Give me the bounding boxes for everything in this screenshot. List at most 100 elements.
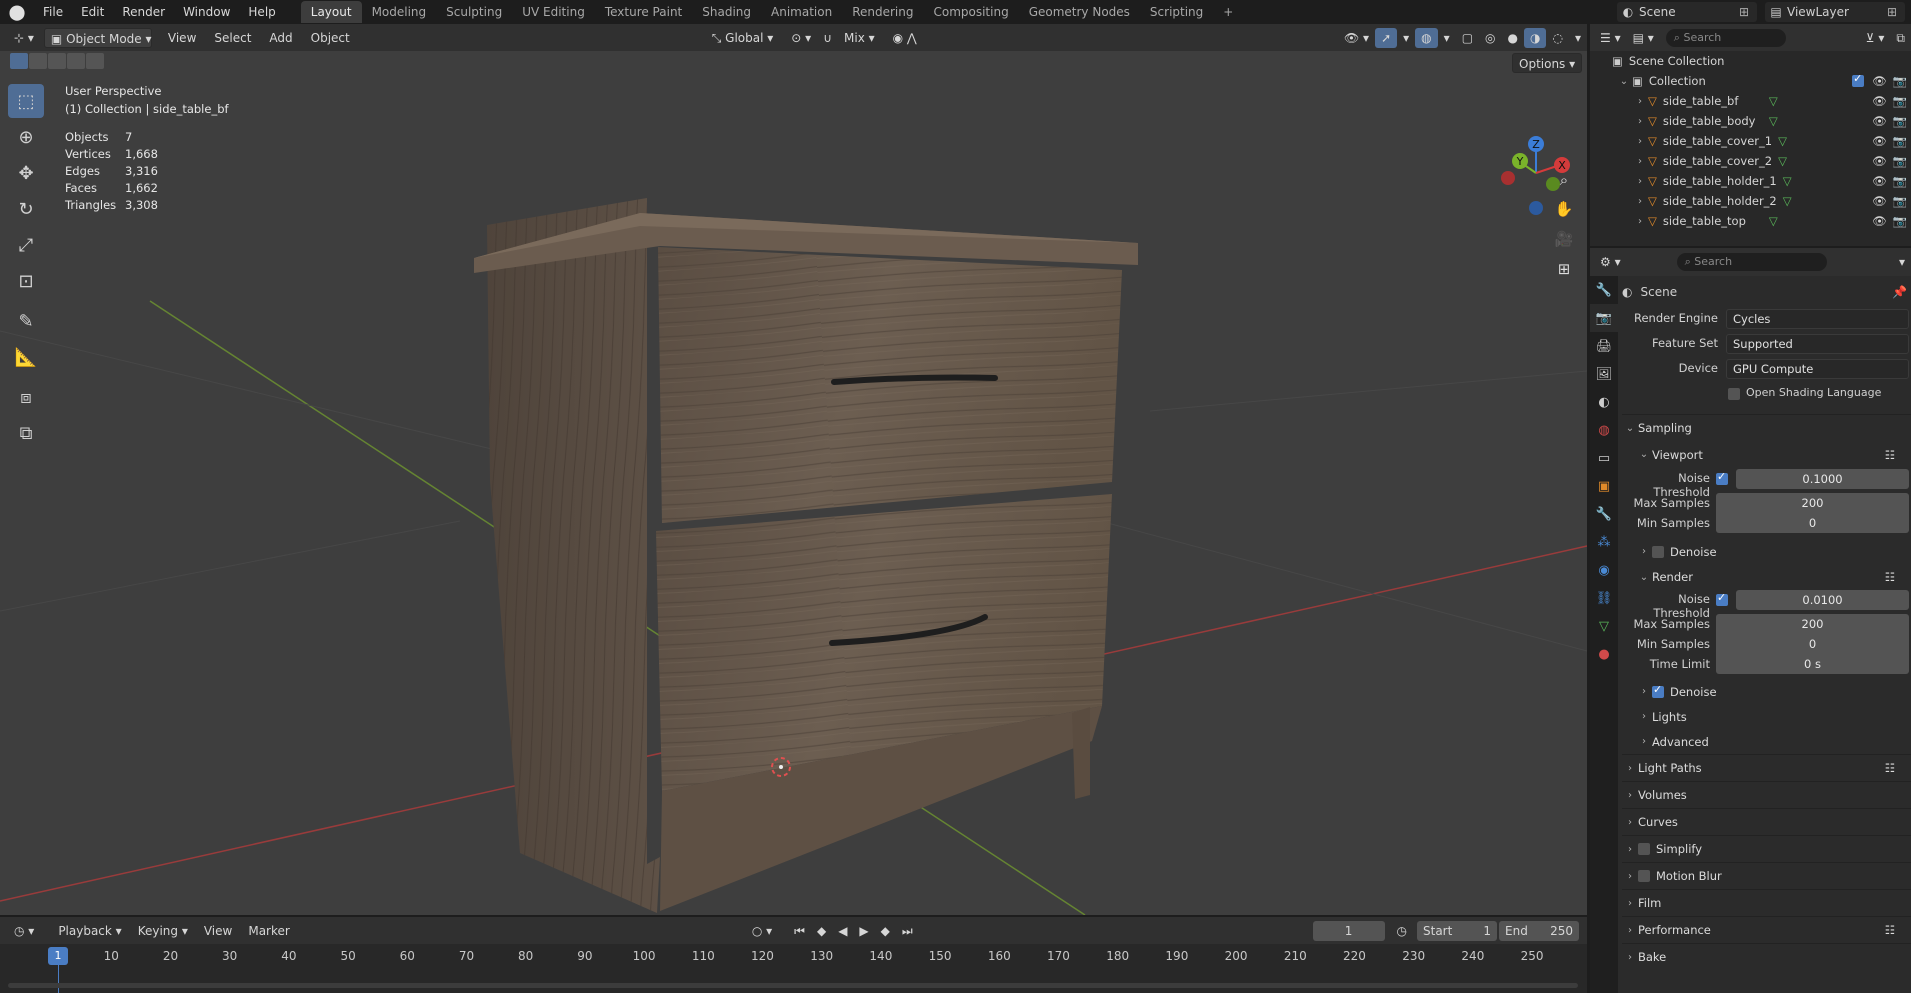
start-frame-field[interactable]: Start 1 bbox=[1417, 920, 1497, 941]
eye-icon[interactable]: 👁 bbox=[1872, 114, 1887, 128]
end-frame-field[interactable]: End 250 bbox=[1499, 920, 1579, 941]
visibility-icon[interactable]: 👁 ▾ bbox=[1338, 28, 1375, 48]
scene-collection-row[interactable]: ▣ Scene Collection bbox=[1590, 51, 1911, 71]
mesh-data-icon[interactable]: ▽ bbox=[1769, 214, 1872, 228]
object-tab-icon[interactable]: ▣ bbox=[1590, 472, 1618, 500]
editor-type-icon[interactable]: ⊹ ▾ bbox=[8, 28, 40, 48]
gizmo-neg-x-icon[interactable] bbox=[1501, 171, 1515, 185]
outliner-object-row[interactable]: › ▽ side_table_holder_2 ▽ 👁 📷 bbox=[1590, 191, 1911, 211]
pin-icon[interactable]: ⊞ bbox=[1739, 5, 1757, 19]
marker-menu[interactable]: Marker bbox=[242, 921, 295, 941]
presets-icon[interactable]: ☷ bbox=[1885, 923, 1895, 937]
panel-film[interactable]: › Film bbox=[1622, 889, 1911, 916]
r-time-limit-field[interactable]: 0 s bbox=[1716, 654, 1909, 674]
ortho-toggle-icon[interactable]: ⊞ bbox=[1551, 256, 1577, 282]
camera-icon[interactable]: 📷 bbox=[1893, 174, 1907, 188]
measure-tool-icon[interactable]: 📐 bbox=[8, 340, 44, 374]
3d-viewport[interactable]: Z Y X Options ▾ ⌕ ✋ 🎥 ⊞ bbox=[0, 51, 1587, 915]
copy-icon[interactable]: ⊞ bbox=[1887, 5, 1905, 19]
data-tab-icon[interactable]: ▽ bbox=[1590, 612, 1618, 640]
add-object-icon[interactable]: ⧉ bbox=[8, 416, 44, 450]
camera-icon[interactable]: 📷 bbox=[1893, 194, 1907, 208]
tab-geometry-nodes[interactable]: Geometry Nodes bbox=[1019, 1, 1140, 23]
panel-light-paths[interactable]: › Light Paths ☷ bbox=[1622, 754, 1911, 781]
r-max-samples-field[interactable]: 200 bbox=[1716, 614, 1909, 634]
device-dropdown[interactable]: GPU Compute bbox=[1726, 359, 1909, 379]
r-noise-threshold-checkbox[interactable] bbox=[1716, 591, 1728, 606]
eye-icon[interactable]: 👁 bbox=[1872, 74, 1887, 88]
vp-denoise-subpanel[interactable]: › Denoise bbox=[1622, 538, 1911, 565]
overlay-dropdown-icon[interactable]: ▾ bbox=[1438, 28, 1456, 48]
particles-tab-icon[interactable]: ⁂ bbox=[1590, 528, 1618, 556]
timeline-view-menu[interactable]: View bbox=[198, 921, 238, 941]
panel-performance[interactable]: › Performance ☷ bbox=[1622, 916, 1911, 943]
camera-icon[interactable]: 📷 bbox=[1893, 74, 1907, 88]
jump-end-icon[interactable]: ⏭ bbox=[896, 921, 919, 941]
panel-checkbox[interactable] bbox=[1638, 843, 1650, 855]
lights-subpanel[interactable]: › Lights bbox=[1622, 704, 1911, 729]
constraints-tab-icon[interactable]: ⛓ bbox=[1590, 584, 1618, 612]
eye-icon[interactable]: 👁 bbox=[1872, 174, 1887, 188]
eye-icon[interactable]: 👁 bbox=[1872, 154, 1887, 168]
outliner-editor-icon[interactable]: ☰ ▾ bbox=[1594, 28, 1627, 48]
jump-start-icon[interactable]: ⏮ bbox=[788, 921, 811, 941]
render-engine-dropdown[interactable]: Cycles bbox=[1726, 309, 1909, 329]
menu-object[interactable]: Object bbox=[305, 28, 356, 48]
select-box-icon[interactable]: ⬚ bbox=[8, 84, 44, 118]
collection-row[interactable]: ⌄ ▣ Collection 👁 📷 bbox=[1590, 71, 1911, 91]
vp-noise-threshold-field[interactable]: 0.1000 bbox=[1736, 469, 1909, 489]
properties-options-icon[interactable]: ▾ bbox=[1893, 252, 1911, 272]
presets-icon[interactable]: ☷ bbox=[1885, 761, 1895, 775]
panel-motion-blur[interactable]: › Motion Blur bbox=[1622, 862, 1911, 889]
outliner-object-row[interactable]: › ▽ side_table_body ▽ 👁 📷 bbox=[1590, 111, 1911, 131]
shading-material-icon[interactable]: ◑ bbox=[1524, 27, 1547, 48]
scene-selector[interactable]: ◐ Scene ⊞ bbox=[1617, 2, 1757, 22]
mesh-data-icon[interactable]: ▽ bbox=[1769, 114, 1872, 128]
xray-toggle-icon[interactable]: ▢ bbox=[1456, 28, 1479, 48]
rotate-tool-icon[interactable]: ↻ bbox=[8, 192, 44, 226]
prev-keyframe-icon[interactable]: ◆ bbox=[811, 921, 832, 941]
camera-icon[interactable]: 📷 bbox=[1893, 134, 1907, 148]
feature-set-dropdown[interactable]: Supported bbox=[1726, 334, 1909, 354]
scale-tool-icon[interactable]: ⤢ bbox=[8, 228, 44, 262]
outliner-object-row[interactable]: › ▽ side_table_holder_1 ▽ 👁 📷 bbox=[1590, 171, 1911, 191]
mode-dropdown[interactable]: ▣ Object Mode ▾ bbox=[43, 27, 152, 48]
tab-compositing[interactable]: Compositing bbox=[923, 1, 1018, 23]
gizmo-toggle-icon[interactable]: ➚ bbox=[1375, 27, 1398, 48]
panel-bake[interactable]: › Bake bbox=[1622, 943, 1911, 970]
r-min-samples-field[interactable]: 0 bbox=[1716, 634, 1909, 654]
new-collection-icon[interactable]: ⧉ bbox=[1890, 28, 1911, 48]
world-tab-icon[interactable]: ◍ bbox=[1590, 416, 1618, 444]
pivot-point-icon[interactable]: ⊙ ▾ bbox=[785, 28, 817, 48]
clock-icon[interactable]: ◷ bbox=[1391, 921, 1413, 941]
select-extend-icon[interactable] bbox=[29, 53, 47, 69]
mesh-data-icon[interactable]: ▽ bbox=[1778, 154, 1872, 168]
tab-texture-paint[interactable]: Texture Paint bbox=[595, 1, 692, 23]
tab-rendering[interactable]: Rendering bbox=[842, 1, 923, 23]
exclude-checkbox[interactable] bbox=[1852, 72, 1865, 87]
collection-tab-icon[interactable]: ▭ bbox=[1590, 444, 1618, 472]
display-mode-icon[interactable]: ▤ ▾ bbox=[1627, 28, 1660, 48]
add-workspace-icon[interactable]: + bbox=[1213, 1, 1243, 23]
viewport-subpanel-header[interactable]: ⌄ Viewport ☷ bbox=[1622, 441, 1911, 468]
playback-menu[interactable]: Playback ▾ bbox=[52, 921, 127, 941]
pan-hand-icon[interactable]: ✋ bbox=[1551, 196, 1577, 222]
outliner-search[interactable]: ⌕ Search bbox=[1665, 28, 1786, 47]
transform-tool-icon[interactable]: ⊡ bbox=[8, 264, 44, 298]
output-tab-icon[interactable]: 🖨 bbox=[1590, 332, 1618, 360]
menu-window[interactable]: Window bbox=[174, 0, 239, 24]
properties-search[interactable]: ⌕ Search bbox=[1676, 253, 1827, 271]
current-frame-field[interactable]: 1 bbox=[1312, 920, 1385, 941]
scene-tab-icon[interactable]: ◐ bbox=[1590, 388, 1618, 416]
r-denoise-checkbox[interactable] bbox=[1652, 683, 1664, 698]
shading-wireframe-icon[interactable]: ◎ bbox=[1479, 28, 1501, 48]
chevron-right-icon[interactable]: › bbox=[1632, 96, 1648, 107]
chevron-right-icon[interactable]: › bbox=[1632, 136, 1648, 147]
mesh-data-icon[interactable]: ▽ bbox=[1783, 194, 1872, 208]
outliner-object-row[interactable]: › ▽ side_table_cover_1 ▽ 👁 📷 bbox=[1590, 131, 1911, 151]
eye-icon[interactable]: 👁 bbox=[1872, 214, 1887, 228]
play-reverse-icon[interactable]: ◀ bbox=[832, 921, 853, 941]
blender-logo-icon[interactable]: ⬤ bbox=[0, 0, 34, 24]
panel-simplify[interactable]: › Simplify bbox=[1622, 835, 1911, 862]
shading-rendered-icon[interactable]: ◌ bbox=[1546, 28, 1568, 48]
